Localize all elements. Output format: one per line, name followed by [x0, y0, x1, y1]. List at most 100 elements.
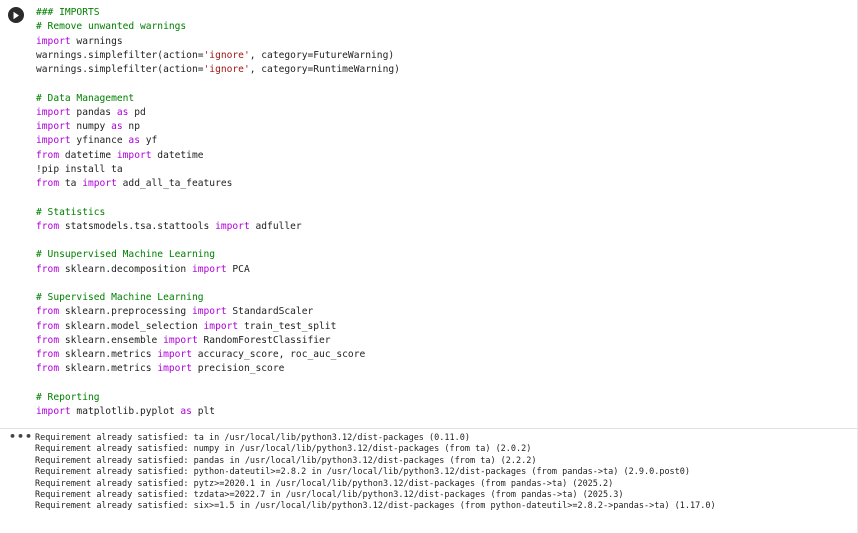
code-line: # Remove unwanted warnings: [36, 20, 400, 34]
code-line: # Supervised Machine Learning: [36, 291, 400, 305]
code-comment: # Supervised Machine Learning: [36, 292, 204, 303]
notebook-code-cell: ### IMPORTS # Remove unwanted warnings imp…: [0, 0, 858, 533]
code-line: from sklearn.metrics import precision_sc…: [36, 362, 400, 376]
code-text: , category=FutureWarning): [249, 49, 395, 61]
code-text: accuracy_score, roc_auc_score: [191, 349, 366, 360]
code-line: import pandas as pd: [36, 106, 400, 120]
code-text: warnings: [70, 35, 123, 47]
output-line: Requirement already satisfied: pandas in…: [35, 455, 537, 466]
code-text: StandardScaler: [226, 306, 314, 318]
code-comment: # Remove unwanted warnings: [36, 21, 187, 33]
code-keyword: from: [36, 334, 60, 346]
code-source[interactable]: ### IMPORTS # Remove unwanted warnings imp…: [36, 6, 400, 419]
code-keyword: import: [191, 306, 227, 318]
code-keyword: from: [36, 320, 60, 332]
code-text: add_all_ta_features: [116, 178, 233, 189]
code-line: from sklearn.ensemble import RandomFores…: [36, 334, 400, 348]
code-line: from sklearn.preprocessing import Standa…: [36, 305, 400, 319]
code-keyword: from: [36, 349, 60, 360]
code-text: precision_score: [191, 363, 285, 375]
code-text: yfinance: [70, 135, 129, 147]
code-text: warnings.simplefilter(action=: [36, 64, 204, 75]
output-line: Requirement already satisfied: tzdata>=2…: [35, 489, 624, 500]
code-comment: # Data Management: [36, 92, 135, 104]
code-keyword: import: [116, 149, 152, 161]
ellipsis-icon[interactable]: •••: [9, 430, 33, 443]
run-cell-button[interactable]: [8, 7, 24, 23]
code-line: from sklearn.model_selection import trai…: [36, 320, 400, 334]
code-text: statsmodels.tsa.stattools: [59, 220, 216, 232]
code-text: !pip install ta: [36, 163, 123, 175]
code-keyword: import: [163, 334, 198, 346]
code-text: np: [122, 121, 140, 132]
code-line: # Statistics: [36, 206, 400, 220]
code-string: 'ignore': [203, 49, 250, 61]
code-keyword: import: [82, 178, 117, 189]
code-line: # Reporting: [36, 391, 400, 405]
code-line: from sklearn.decomposition import PCA: [36, 263, 400, 277]
code-line: import matplotlib.pyplot as plt: [36, 405, 400, 419]
code-keyword: import: [157, 349, 192, 360]
code-text: plt: [191, 406, 216, 417]
code-line: from datetime import datetime: [36, 149, 400, 163]
code-text: sklearn.preprocessing: [59, 306, 192, 318]
code-comment: ### IMPORTS: [36, 7, 100, 18]
code-keyword: from: [36, 178, 60, 189]
code-line: import warnings: [36, 35, 400, 49]
code-comment: # Unsupervised Machine Learning: [36, 249, 216, 261]
code-keyword: from: [36, 306, 60, 318]
output-line: Requirement already satisfied: six>=1.5 …: [35, 501, 716, 512]
code-line: warnings.simplefilter(action='ignore', c…: [36, 63, 400, 77]
code-line: # Unsupervised Machine Learning: [36, 248, 400, 262]
output-line: Requirement already satisfied: ta in /us…: [35, 433, 470, 443]
code-comment: # Reporting: [36, 391, 100, 403]
code-text: sklearn.model_selection: [59, 320, 204, 332]
code-keyword: import: [215, 220, 250, 232]
code-keyword: from: [36, 363, 60, 375]
play-icon: [13, 11, 19, 19]
code-line: # Data Management: [36, 92, 400, 106]
code-text: sklearn.ensemble: [59, 334, 164, 346]
code-line: from ta import add_all_ta_features: [36, 177, 400, 191]
code-text: datetime: [151, 149, 204, 161]
output-line: Requirement already satisfied: pytz>=202…: [35, 478, 614, 489]
code-text: pd: [128, 106, 146, 118]
code-text: ta: [59, 178, 83, 189]
code-keyword: import: [36, 35, 71, 47]
code-line: ### IMPORTS: [36, 6, 400, 20]
code-keyword: as: [180, 406, 192, 417]
code-line: from statsmodels.tsa.stattools import ad…: [36, 220, 400, 234]
code-text: yf: [139, 135, 158, 147]
code-keyword: import: [203, 320, 239, 332]
code-text: sklearn.decomposition: [59, 263, 192, 275]
code-keyword: as: [116, 106, 129, 118]
cell-output: ••• Requirement already satisfied: ta in…: [0, 429, 858, 533]
code-keyword: as: [111, 121, 123, 132]
code-text: adfuller: [249, 220, 302, 232]
code-string: 'ignore': [203, 64, 250, 75]
code-line: from sklearn.metrics import accuracy_sco…: [36, 348, 400, 362]
code-text: , category=RuntimeWarning): [249, 64, 400, 75]
code-text: numpy: [70, 121, 112, 132]
code-keyword: import: [36, 406, 71, 417]
output-line: Requirement already satisfied: python-da…: [35, 467, 691, 478]
code-keyword: as: [128, 135, 140, 147]
code-text: sklearn.metrics: [59, 349, 158, 360]
code-text: RandomForestClassifier: [197, 334, 331, 346]
code-editor[interactable]: ### IMPORTS # Remove unwanted warnings imp…: [0, 0, 858, 428]
code-text: pandas: [70, 106, 117, 118]
code-keyword: import: [36, 106, 71, 118]
code-comment: # Statistics: [36, 206, 106, 218]
code-text: matplotlib.pyplot: [70, 406, 181, 417]
code-text: warnings.simplefilter(action=: [36, 49, 204, 61]
code-text: datetime: [59, 149, 117, 161]
code-keyword: import: [191, 263, 227, 275]
code-keyword: from: [36, 220, 60, 232]
code-keyword: from: [36, 263, 60, 275]
output-text: Requirement already satisfied: ta in /us…: [35, 433, 716, 513]
code-text: train_test_split: [238, 320, 337, 332]
